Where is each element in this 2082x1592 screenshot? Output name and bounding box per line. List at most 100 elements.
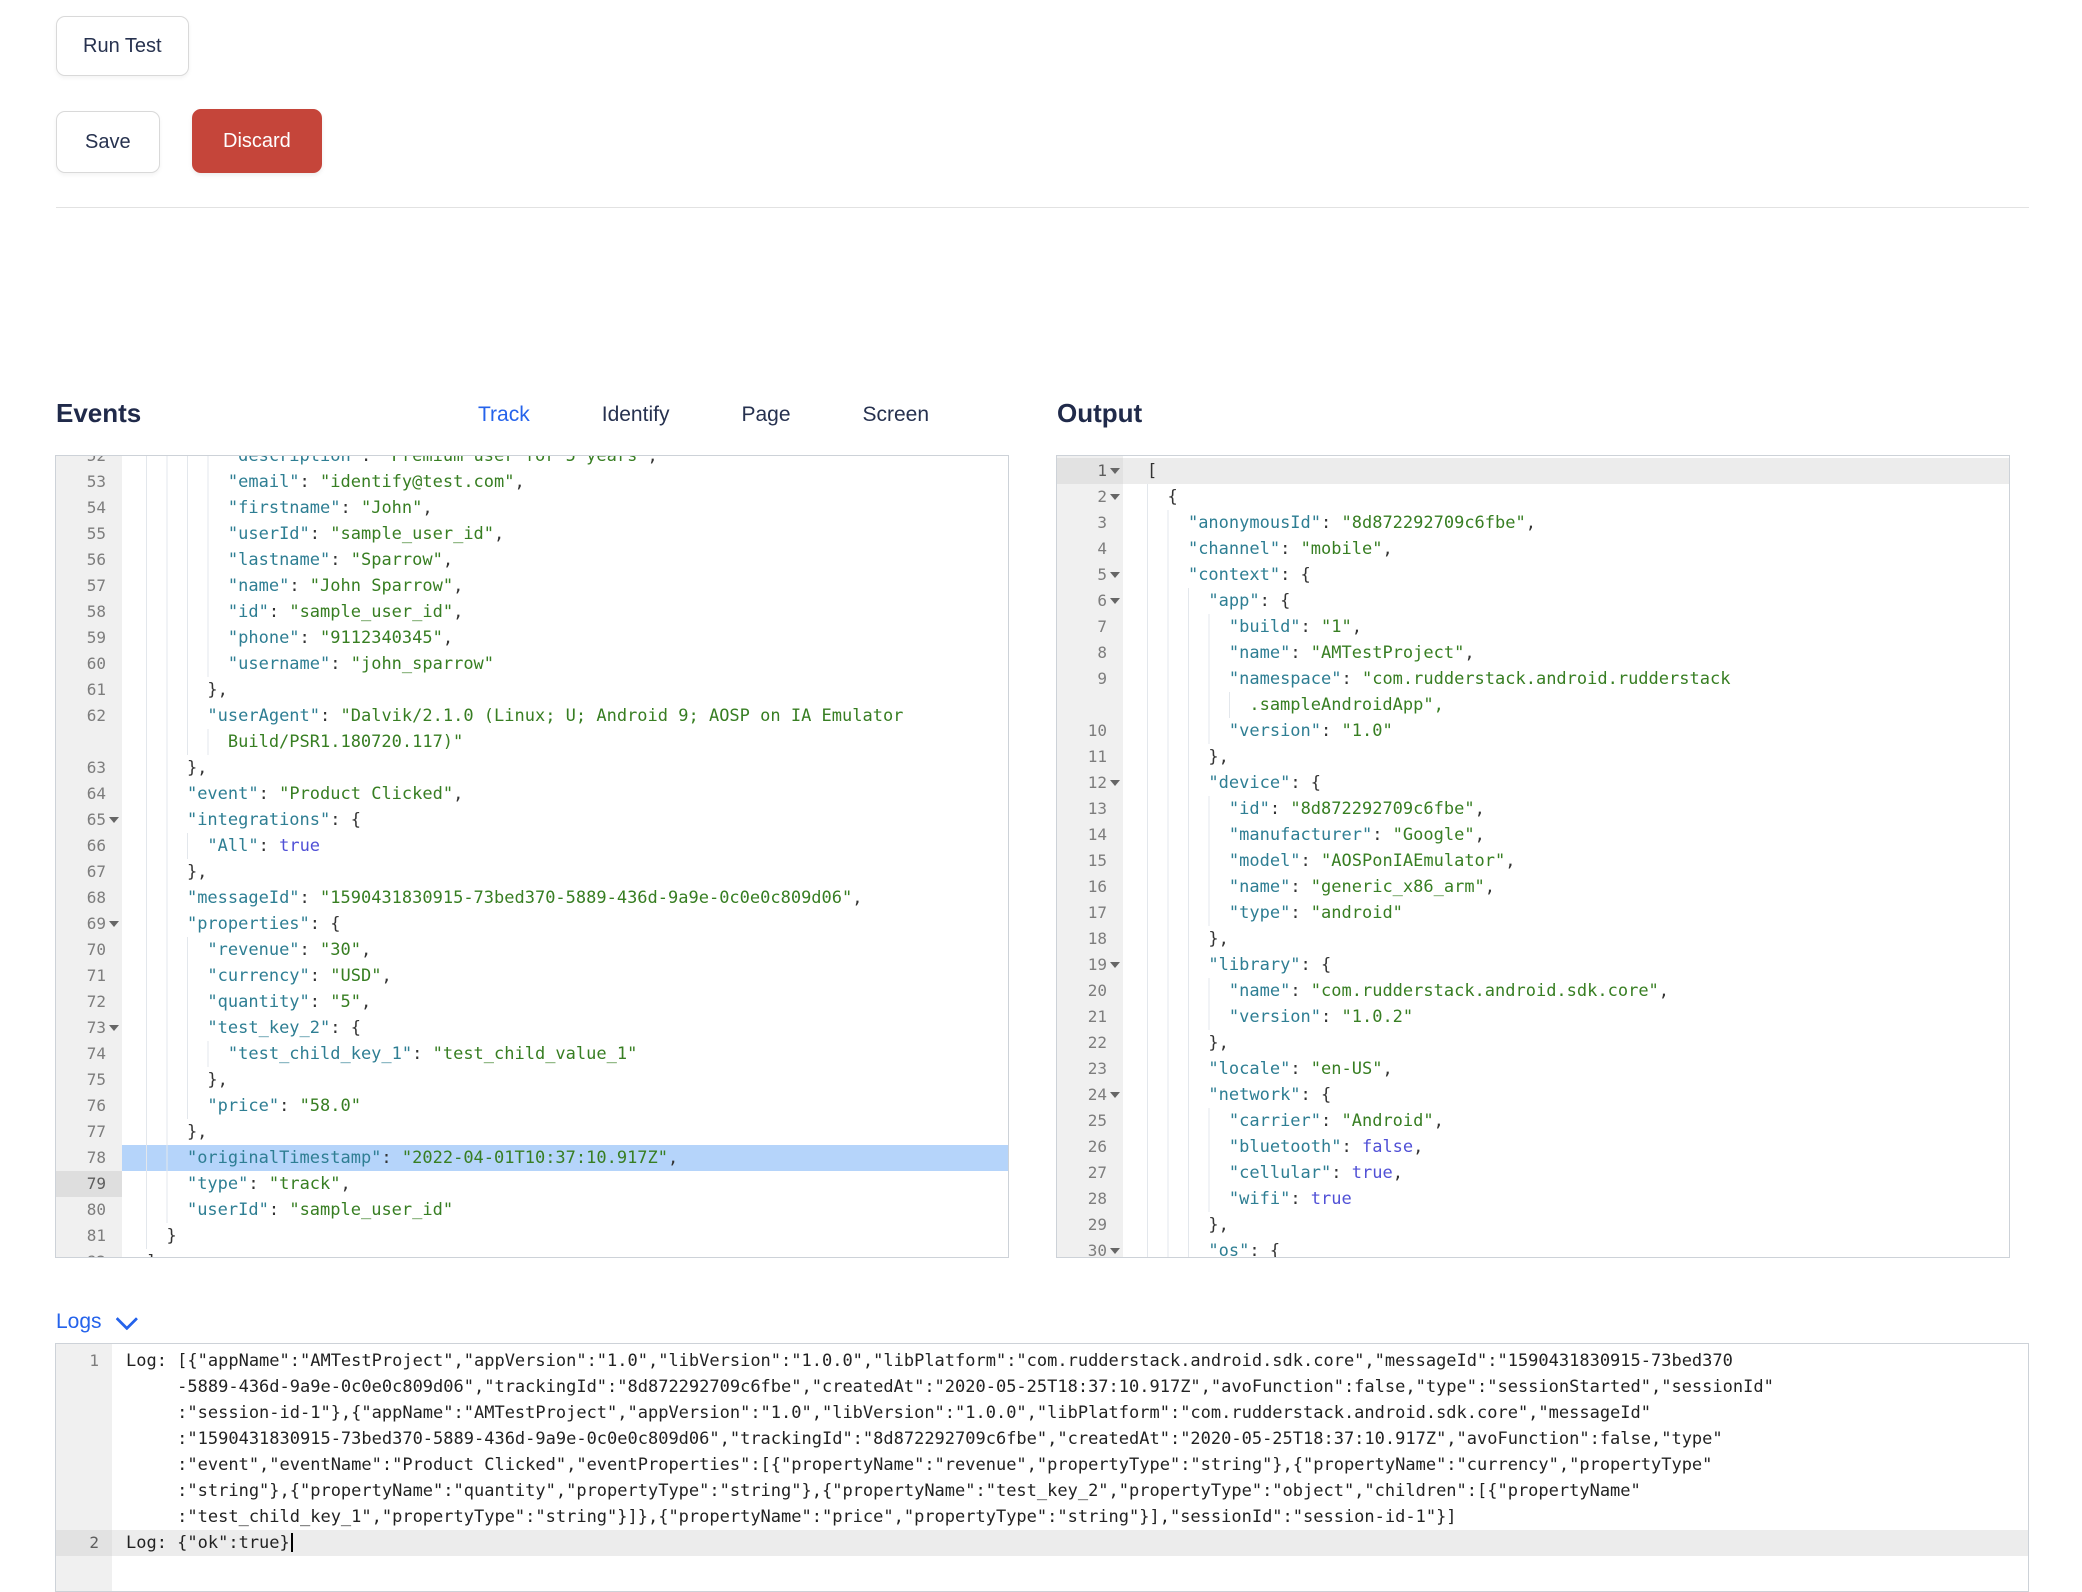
code-line[interactable]: 56 "lastname": "Sparrow",: [56, 547, 1008, 573]
tab-identify[interactable]: Identify: [602, 403, 670, 427]
code-line[interactable]: 78 "originalTimestamp": "2022-04-01T10:3…: [56, 1145, 1008, 1171]
code-line[interactable]: 26 "bluetooth": false,: [1057, 1134, 2009, 1160]
fold-arrow-icon[interactable]: [1110, 780, 1120, 786]
code-line[interactable]: 11 },: [1057, 744, 2009, 770]
line-number: 63: [56, 755, 122, 781]
code-line[interactable]: 17 "type": "android": [1057, 900, 2009, 926]
code-line[interactable]: 67 },: [56, 859, 1008, 885]
code-line[interactable]: 77 },: [56, 1119, 1008, 1145]
code-line[interactable]: :"string"},{"propertyName":"quantity","p…: [56, 1478, 2028, 1504]
logs-toggle[interactable]: Logs: [56, 1310, 132, 1334]
code-line[interactable]: 71 "currency": "USD",: [56, 963, 1008, 989]
code-line[interactable]: :"1590431830915-73bed370-5889-436d-9a9e-…: [56, 1426, 2028, 1452]
code-line[interactable]: 81 }: [56, 1223, 1008, 1249]
code-line[interactable]: 8 "name": "AMTestProject",: [1057, 640, 2009, 666]
code-text: :"event","eventName":"Product Clicked","…: [112, 1452, 2028, 1478]
tab-page[interactable]: Page: [741, 403, 790, 427]
code-text: "price": "58.0": [122, 1093, 1008, 1119]
fold-arrow-icon[interactable]: [1110, 598, 1120, 604]
code-line[interactable]: 58 "id": "sample_user_id",: [56, 599, 1008, 625]
code-line[interactable]: 6 "app": {: [1057, 588, 2009, 614]
code-line[interactable]: 74 "test_child_key_1": "test_child_value…: [56, 1041, 1008, 1067]
code-line[interactable]: 22 },: [1057, 1030, 2009, 1056]
fold-arrow-icon[interactable]: [1110, 1248, 1120, 1254]
code-line[interactable]: 60 "username": "john_sparrow": [56, 651, 1008, 677]
code-line[interactable]: 66 "All": true: [56, 833, 1008, 859]
code-line[interactable]: 69 "properties": {: [56, 911, 1008, 937]
fold-arrow-icon[interactable]: [1110, 494, 1120, 500]
code-line[interactable]: 19 "library": {: [1057, 952, 2009, 978]
code-line[interactable]: 20 "name": "com.rudderstack.android.sdk.…: [1057, 978, 2009, 1004]
code-line[interactable]: 4 "channel": "mobile",: [1057, 536, 2009, 562]
fold-arrow-icon[interactable]: [109, 817, 119, 823]
code-line[interactable]: 82]: [56, 1249, 1008, 1258]
code-line[interactable]: .sampleAndroidApp",: [1057, 692, 2009, 718]
code-line[interactable]: 13 "id": "8d872292709c6fbe",: [1057, 796, 2009, 822]
code-line[interactable]: 57 "name": "John Sparrow",: [56, 573, 1008, 599]
fold-arrow-icon[interactable]: [109, 1025, 119, 1031]
code-line[interactable]: 62 "userAgent": "Dalvik/2.1.0 (Linux; U;…: [56, 703, 1008, 729]
code-line[interactable]: 73 "test_key_2": {: [56, 1015, 1008, 1041]
code-line[interactable]: :"event","eventName":"Product Clicked","…: [56, 1452, 2028, 1478]
line-number: [56, 1374, 112, 1400]
code-line[interactable]: 59 "phone": "9112340345",: [56, 625, 1008, 651]
code-line[interactable]: :"session-id-1"},{"appName":"AMTestProje…: [56, 1400, 2028, 1426]
code-line[interactable]: 1Log: [{"appName":"AMTestProject","appVe…: [56, 1348, 2028, 1374]
code-text: :"session-id-1"},{"appName":"AMTestProje…: [112, 1400, 2028, 1426]
code-line[interactable]: 16 "name": "generic_x86_arm",: [1057, 874, 2009, 900]
code-line[interactable]: 10 "version": "1.0": [1057, 718, 2009, 744]
code-line[interactable]: 3 "anonymousId": "8d872292709c6fbe",: [1057, 510, 2009, 536]
code-line[interactable]: 7 "build": "1",: [1057, 614, 2009, 640]
code-line[interactable]: 12 "device": {: [1057, 770, 2009, 796]
code-line[interactable]: 18 },: [1057, 926, 2009, 952]
line-number: 3: [1057, 510, 1123, 536]
code-line[interactable]: 63 },: [56, 755, 1008, 781]
code-line[interactable]: 21 "version": "1.0.2": [1057, 1004, 2009, 1030]
fold-arrow-icon[interactable]: [1110, 468, 1120, 474]
code-line[interactable]: 76 "price": "58.0": [56, 1093, 1008, 1119]
events-code-editor[interactable]: 52 "description": "Premium user for 5 ye…: [55, 455, 1009, 1258]
code-line[interactable]: 27 "cellular": true,: [1057, 1160, 2009, 1186]
code-line[interactable]: 65 "integrations": {: [56, 807, 1008, 833]
code-line[interactable]: 55 "userId": "sample_user_id",: [56, 521, 1008, 547]
code-line[interactable]: 68 "messageId": "1590431830915-73bed370-…: [56, 885, 1008, 911]
code-line[interactable]: 15 "model": "AOSPonIAEmulator",: [1057, 848, 2009, 874]
code-line[interactable]: 61 },: [56, 677, 1008, 703]
line-number: 73: [56, 1015, 122, 1041]
code-line[interactable]: 2Log: {"ok":true}: [56, 1530, 2028, 1556]
code-line[interactable]: 1[: [1057, 458, 2009, 484]
save-button[interactable]: Save: [56, 111, 160, 173]
code-line[interactable]: 79 "type": "track",: [56, 1171, 1008, 1197]
tab-screen[interactable]: Screen: [863, 403, 930, 427]
code-line[interactable]: 75 },: [56, 1067, 1008, 1093]
code-line[interactable]: 14 "manufacturer": "Google",: [1057, 822, 2009, 848]
code-line[interactable]: 9 "namespace": "com.rudderstack.android.…: [1057, 666, 2009, 692]
fold-arrow-icon[interactable]: [1110, 572, 1120, 578]
code-line[interactable]: 54 "firstname": "John",: [56, 495, 1008, 521]
code-line[interactable]: 53 "email": "identify@test.com",: [56, 469, 1008, 495]
code-line[interactable]: -5889-436d-9a9e-0c0e0c809d06","trackingI…: [56, 1374, 2028, 1400]
fold-arrow-icon[interactable]: [109, 921, 119, 927]
code-line[interactable]: :"test_child_key_1","propertyType":"stri…: [56, 1504, 2028, 1530]
code-line[interactable]: 30 "os": {: [1057, 1238, 2009, 1258]
code-line[interactable]: 2 {: [1057, 484, 2009, 510]
code-line[interactable]: 70 "revenue": "30",: [56, 937, 1008, 963]
logs-code-editor[interactable]: 1Log: [{"appName":"AMTestProject","appVe…: [55, 1343, 2029, 1592]
code-line[interactable]: Build/PSR1.180720.117)": [56, 729, 1008, 755]
code-line[interactable]: 24 "network": {: [1057, 1082, 2009, 1108]
output-code-editor[interactable]: 1[2 {3 "anonymousId": "8d872292709c6fbe"…: [1056, 455, 2010, 1258]
code-line[interactable]: 52 "description": "Premium user for 5 ye…: [56, 455, 1008, 469]
code-line[interactable]: 64 "event": "Product Clicked",: [56, 781, 1008, 807]
code-line[interactable]: 29 },: [1057, 1212, 2009, 1238]
fold-arrow-icon[interactable]: [1110, 1092, 1120, 1098]
code-line[interactable]: 28 "wifi": true: [1057, 1186, 2009, 1212]
code-line[interactable]: 25 "carrier": "Android",: [1057, 1108, 2009, 1134]
tab-track[interactable]: Track: [478, 403, 530, 427]
discard-button[interactable]: Discard: [192, 109, 322, 173]
code-line[interactable]: 72 "quantity": "5",: [56, 989, 1008, 1015]
run-test-button[interactable]: Run Test: [56, 16, 189, 76]
fold-arrow-icon[interactable]: [1110, 962, 1120, 968]
code-line[interactable]: 80 "userId": "sample_user_id": [56, 1197, 1008, 1223]
code-line[interactable]: 23 "locale": "en-US",: [1057, 1056, 2009, 1082]
code-line[interactable]: 5 "context": {: [1057, 562, 2009, 588]
